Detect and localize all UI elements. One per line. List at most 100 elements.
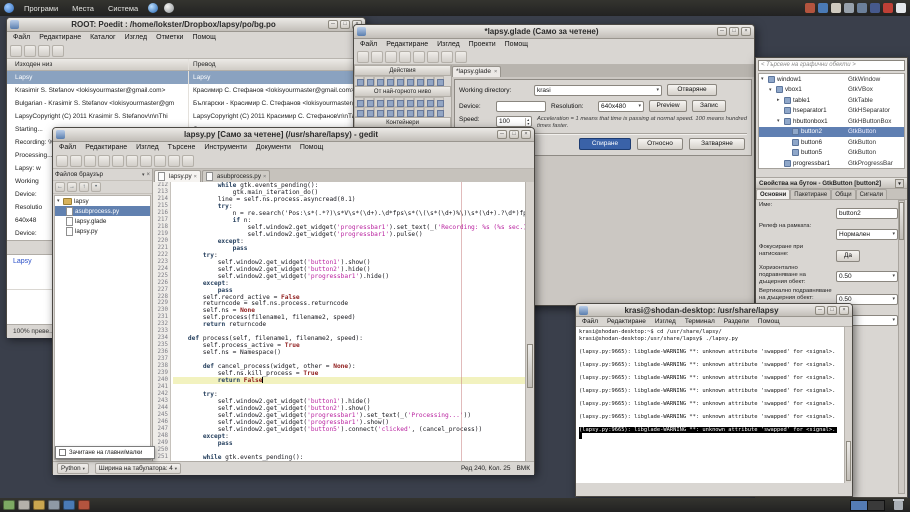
terminal-body[interactable]: krasi@shodan-desktop:~$ cd /usr/share/la…: [576, 326, 852, 483]
window-close-button[interactable]: ×: [741, 27, 751, 36]
next-location-icon[interactable]: →: [67, 182, 77, 192]
window-maximize-button[interactable]: □: [340, 20, 350, 29]
close-tab-icon[interactable]: ×: [194, 174, 197, 180]
applications-menu[interactable]: Програми: [20, 3, 62, 14]
code-editor[interactable]: 2122132142152162172182192202212222232242…: [153, 182, 534, 461]
code-text-area[interactable]: while gtk.events_pending(): gtk.main_ite…: [171, 182, 525, 461]
open-project-icon[interactable]: [371, 51, 383, 63]
palette-widget-icon[interactable]: [364, 97, 374, 107]
properties-tab[interactable]: Пакетиране: [790, 189, 831, 199]
paste-icon[interactable]: [455, 51, 467, 63]
expander-icon[interactable]: ▾: [777, 118, 784, 124]
properties-tab[interactable]: Основни: [756, 189, 790, 199]
open-icon[interactable]: [10, 45, 22, 57]
window-minimize-button[interactable]: ─: [815, 306, 825, 315]
show-desktop-button[interactable]: [3, 500, 15, 510]
tree-row[interactable]: button5GtkButton: [759, 148, 904, 159]
sidebar-mode-selector[interactable]: Файлов браузър ▾ ×: [53, 169, 152, 181]
tree-row[interactable]: ▾window1GtkWindow: [759, 74, 904, 85]
tree-row[interactable]: hseparator1GtkHSeparator: [759, 106, 904, 117]
palette-section-header[interactable]: От най-горното ниво: [354, 86, 451, 97]
terminal-window[interactable]: krasi@shodan-desktop: /usr/share/lapsy ─…: [575, 303, 853, 497]
menu-item[interactable]: Инструменти: [200, 143, 251, 152]
property-entry[interactable]: button2: [836, 202, 898, 220]
window-close-button[interactable]: ×: [521, 130, 531, 139]
match-case-checkbox[interactable]: [59, 449, 66, 456]
palette-widget-icon[interactable]: [374, 76, 384, 86]
menu-item[interactable]: Изглед: [132, 143, 163, 152]
redo-icon[interactable]: [126, 155, 138, 167]
tree-row[interactable]: button2GtkButton: [759, 127, 904, 138]
palette-widget-icon[interactable]: [354, 97, 364, 107]
poedit-row[interactable]: LapsyCopyright (C) 2011 Krasimir S. Stef…: [7, 110, 365, 123]
undo-icon[interactable]: [399, 51, 411, 63]
file-tree-item[interactable]: lapsy.glade: [55, 216, 150, 226]
column-header-translation[interactable]: Превод: [189, 59, 365, 70]
taskbar-window-1[interactable]: [18, 500, 30, 510]
chat-tray-icon[interactable]: [818, 3, 828, 13]
palette-widget-icon[interactable]: [414, 76, 424, 86]
menu-item[interactable]: Редактиране: [382, 40, 432, 49]
tree-row[interactable]: progressbar1GtkProgressBar: [759, 158, 904, 169]
menu-item[interactable]: Документи: [252, 143, 295, 152]
open-button[interactable]: Отваряне: [667, 84, 717, 96]
stop-button[interactable]: Спиране: [579, 138, 631, 150]
palette-widget-icon[interactable]: [354, 76, 364, 86]
menu-item[interactable]: Редактиране: [603, 317, 650, 326]
close-tab-icon[interactable]: ×: [494, 67, 497, 77]
expander-icon[interactable]: ▾: [761, 76, 768, 82]
taskbar-window-3[interactable]: [48, 500, 60, 510]
menu-item[interactable]: Редактиране: [35, 33, 85, 42]
taskbar-window-2[interactable]: [33, 500, 45, 510]
preview-button[interactable]: Preview: [649, 100, 687, 112]
previous-location-icon[interactable]: ←: [55, 182, 65, 192]
close-button[interactable]: Затваряне: [689, 138, 745, 150]
close-sidebar-icon[interactable]: ×: [146, 172, 150, 178]
close-tab-icon[interactable]: ×: [263, 174, 266, 180]
window-close-button[interactable]: ×: [839, 306, 849, 315]
palette-widget-icon[interactable]: [424, 107, 434, 117]
mail-tray-icon[interactable]: [831, 3, 841, 13]
editor-scrollbar[interactable]: [525, 182, 534, 461]
menu-item[interactable]: Файл: [356, 40, 381, 49]
tree-row[interactable]: button6GtkButton: [759, 137, 904, 148]
palette-widget-icon[interactable]: [404, 107, 414, 117]
save-icon[interactable]: [24, 45, 36, 57]
widget-search-input[interactable]: < Търсене на графични обекти >: [758, 60, 905, 71]
workspace-switcher[interactable]: [850, 500, 885, 511]
palette-widget-icon[interactable]: [404, 97, 414, 107]
menu-item[interactable]: Помощ: [188, 33, 219, 42]
terminal-scrollbar[interactable]: [844, 327, 852, 483]
expander-icon[interactable]: ▸: [777, 97, 784, 103]
toggle-button[interactable]: Да: [836, 250, 860, 262]
taskbar-window-5[interactable]: [78, 500, 90, 510]
palette-widget-icon[interactable]: [394, 97, 404, 107]
find-icon[interactable]: [182, 155, 194, 167]
menu-item[interactable]: Изглед: [433, 40, 464, 49]
menu-item[interactable]: Редактиране: [81, 143, 131, 152]
spin-down-icon[interactable]: ▾: [527, 122, 529, 126]
tree-row[interactable]: ▸table1GtkTable: [759, 95, 904, 106]
scrollbar-thumb[interactable]: [846, 441, 851, 481]
user-tray-icon[interactable]: [896, 3, 906, 13]
palette-widget-icon[interactable]: [374, 97, 384, 107]
save-icon[interactable]: [385, 51, 397, 63]
expander-icon[interactable]: ▾: [769, 87, 776, 93]
property-combo[interactable]: Нормален▾: [836, 223, 898, 241]
save-icon[interactable]: [84, 155, 96, 167]
network-tray-icon[interactable]: [857, 3, 867, 13]
window-maximize-button[interactable]: □: [729, 27, 739, 36]
combo-field[interactable]: Нормален▾: [836, 229, 898, 240]
undo-icon[interactable]: [112, 155, 124, 167]
menu-item[interactable]: Файл: [55, 143, 80, 152]
cut-icon[interactable]: [140, 155, 152, 167]
system-menu[interactable]: Система: [104, 3, 142, 14]
print-icon[interactable]: [98, 155, 110, 167]
record-button[interactable]: Запис: [692, 100, 726, 112]
tree-row[interactable]: ▾hbuttonbox1GtkHButtonBox: [759, 116, 904, 127]
menu-item[interactable]: Отметки: [152, 33, 187, 42]
palette-widget-icon[interactable]: [394, 107, 404, 117]
window-maximize-button[interactable]: □: [827, 306, 837, 315]
spin-field[interactable]: 0.50▾: [836, 271, 898, 282]
menu-item[interactable]: Проекти: [465, 40, 500, 49]
